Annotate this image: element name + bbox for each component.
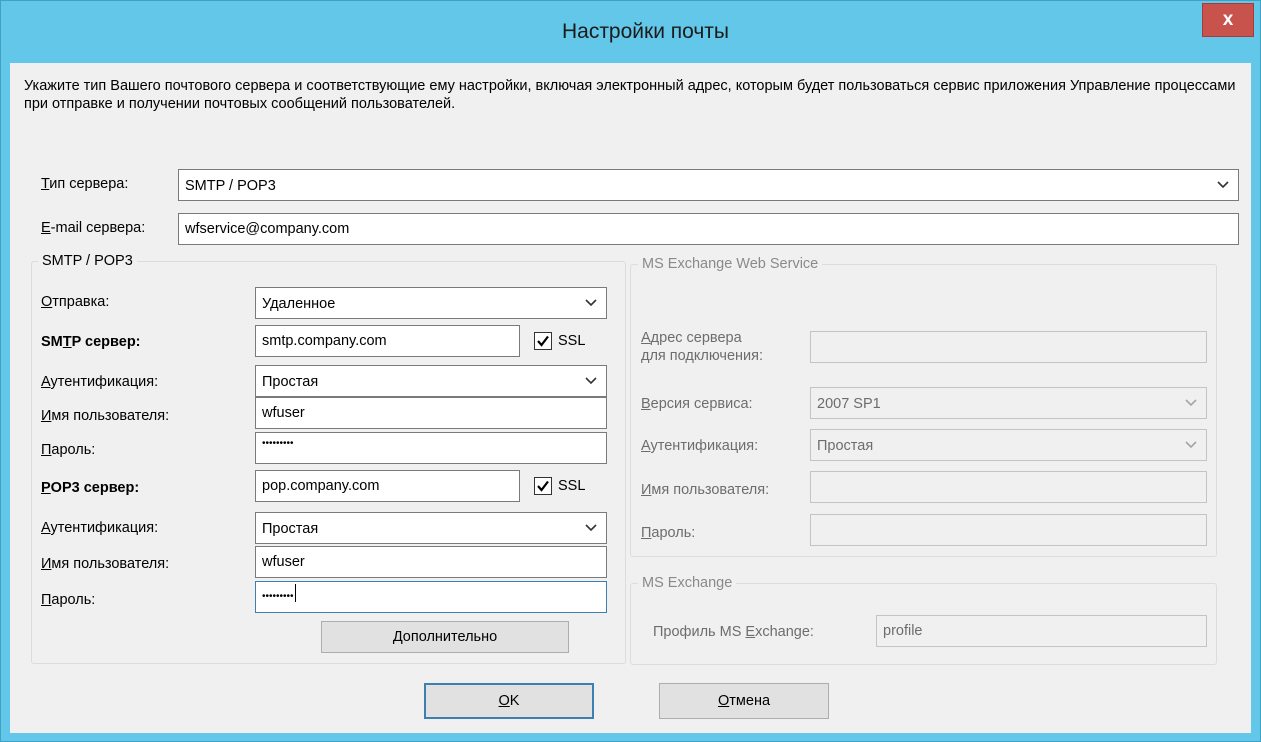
exchange-profile-input[interactable]: profile: [876, 615, 1207, 647]
smtp-auth-value: Простая: [262, 374, 319, 390]
text-caret: [294, 584, 296, 602]
close-icon: x: [1222, 9, 1234, 30]
pop3-password-label: Пароль:: [41, 592, 96, 608]
exchange-profile-label: Профиль MS Exchange:: [653, 624, 814, 640]
pop3-server-label: POP3 сервер:: [41, 480, 140, 496]
server-email-input[interactable]: wfservice@company.com: [178, 213, 1239, 245]
ews-auth-value: Простая: [817, 438, 874, 454]
smtp-ssl-label: SSL: [558, 333, 586, 349]
close-button[interactable]: x: [1202, 3, 1254, 37]
smtp-password-input[interactable]: •••••••••: [255, 432, 607, 464]
ews-password-label: Пароль:: [641, 525, 696, 541]
ews-address-input[interactable]: [810, 331, 1207, 363]
dialog-client-area: Укажите тип Вашего почтового сервера и с…: [10, 63, 1251, 733]
mail-settings-window: Настройки почты x Укажите тип Вашего поч…: [0, 0, 1261, 742]
pop3-auth-value: Простая: [262, 521, 319, 537]
ews-user-label: Имя пользователя:: [641, 482, 770, 498]
server-type-label: Тип сервера:: [41, 176, 129, 192]
pop3-user-label: Имя пользователя:: [41, 556, 170, 572]
ews-auth-select[interactable]: Простая: [810, 429, 1207, 461]
chevron-down-icon: [1185, 399, 1197, 407]
chevron-down-icon: [585, 524, 597, 532]
smtp-auth-label: Аутентификация:: [41, 374, 159, 390]
checkmark-icon: [537, 335, 549, 347]
server-type-value: SMTP / POP3: [185, 178, 276, 194]
smtp-ssl-checkbox[interactable]: [534, 332, 552, 350]
chevron-down-icon: [1217, 181, 1229, 189]
smtp-password-label: Пароль:: [41, 442, 96, 458]
send-mode-value: Удаленное: [262, 296, 336, 312]
ews-version-select[interactable]: 2007 SP1: [810, 387, 1207, 419]
server-type-select[interactable]: SMTP / POP3: [178, 169, 1239, 201]
pop3-ssl-label: SSL: [558, 478, 586, 494]
chevron-down-icon: [585, 299, 597, 307]
pop3-auth-label: Аутентификация:: [41, 520, 159, 536]
exchange-legend: MS Exchange: [638, 574, 737, 592]
pop3-server-input[interactable]: pop.company.com: [255, 470, 520, 502]
window-title: Настройки почты: [561, 20, 730, 43]
ews-version-label: Версия сервиса:: [641, 396, 753, 412]
pop3-auth-select[interactable]: Простая: [255, 512, 607, 544]
send-mode-label: Отправка:: [41, 294, 110, 310]
intro-text: Укажите тип Вашего почтового сервера и с…: [24, 78, 1236, 112]
ews-legend: MS Exchange Web Service: [638, 255, 823, 273]
smtp-user-input[interactable]: wfuser: [255, 397, 607, 429]
cancel-button[interactable]: Отмена: [659, 683, 829, 719]
smtp-user-label: Имя пользователя:: [41, 408, 170, 424]
server-email-label: E-mail сервера:: [41, 220, 146, 236]
ews-version-value: 2007 SP1: [817, 396, 881, 412]
smtp-pop3-legend: SMTP / POP3: [38, 252, 137, 270]
ews-password-input[interactable]: [810, 514, 1207, 546]
ews-user-input[interactable]: [810, 471, 1207, 503]
smtp-server-label: SMTP сервер:: [41, 334, 141, 350]
smtp-auth-select[interactable]: Простая: [255, 365, 607, 397]
pop3-user-input[interactable]: wfuser: [255, 546, 607, 578]
advanced-button[interactable]: Дополнительно: [321, 621, 569, 653]
chevron-down-icon: [585, 377, 597, 385]
pop3-ssl-checkbox[interactable]: [534, 477, 552, 495]
pop3-password-input[interactable]: •••••••••: [255, 581, 607, 613]
ok-button[interactable]: OK: [424, 683, 594, 719]
send-mode-select[interactable]: Удаленное: [255, 287, 607, 319]
ews-address-label-line2: для подключения:: [641, 348, 763, 364]
ews-auth-label: Аутентификация:: [641, 438, 759, 454]
checkmark-icon: [537, 480, 549, 492]
smtp-server-input[interactable]: smtp.company.com: [255, 325, 520, 357]
chevron-down-icon: [1185, 441, 1197, 449]
title-bar[interactable]: Настройки почты x: [1, 1, 1260, 63]
ews-address-label: Адрес сервера: [641, 330, 742, 346]
